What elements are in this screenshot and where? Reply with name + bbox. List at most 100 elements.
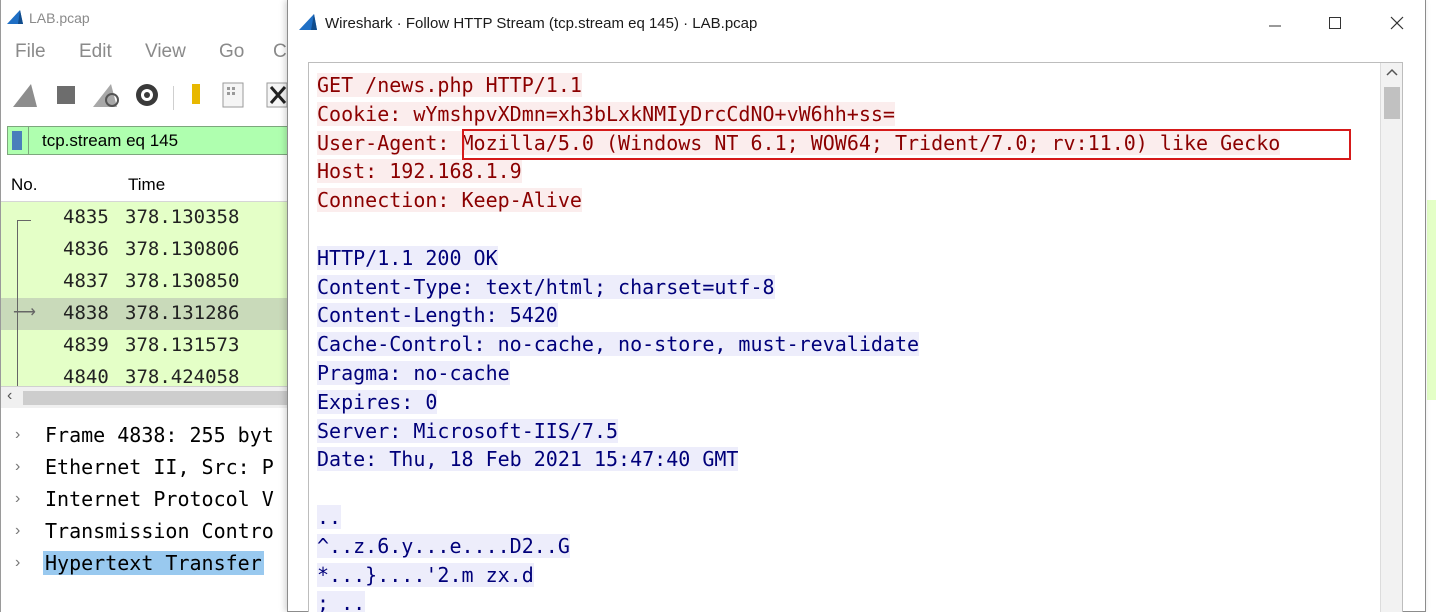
display-filter-input[interactable]: tcp.stream eq 145 xyxy=(42,131,178,151)
bookmark-icon xyxy=(12,131,22,150)
expand-chevron-icon[interactable]: › xyxy=(15,554,20,572)
scroll-up-icon[interactable] xyxy=(1385,66,1399,78)
maximize-button[interactable] xyxy=(1312,0,1358,46)
scrollbar-thumb[interactable] xyxy=(23,391,293,405)
close-icon xyxy=(1390,16,1404,30)
menu-bar: File Edit View Go C xyxy=(1,36,301,68)
packet-no: 4837 xyxy=(63,270,109,292)
selected-packet-arrow-icon: ⟶ xyxy=(13,304,36,321)
minimize-button[interactable] xyxy=(1252,0,1298,46)
packet-time: 378.130806 xyxy=(125,238,240,260)
server-text: .. xyxy=(317,504,342,529)
detail-row-ip[interactable]: › Internet Protocol V xyxy=(1,484,301,516)
close-button[interactable] xyxy=(1374,0,1420,46)
toolbar-separator xyxy=(173,86,174,110)
packet-time: 378.131286 xyxy=(125,302,240,324)
main-toolbar xyxy=(1,72,301,118)
request-cookie: Cookie: wYmshpvXDmn=xh3bLxkNMIyDrcCdNO+v… xyxy=(317,100,1280,129)
menu-edit[interactable]: Edit xyxy=(79,41,112,63)
packet-row[interactable]: 4836 378.130806 xyxy=(1,234,301,266)
packet-no: 4835 xyxy=(63,206,109,228)
response-pragma: Pragma: no-cache xyxy=(317,359,1280,388)
user-agent-value: Mozilla/5.0 (Windows NT 6.1; WOW64; Trid… xyxy=(461,130,1281,155)
detail-row-frame[interactable]: › Frame 4838: 255 byt xyxy=(1,420,301,452)
expand-chevron-icon[interactable]: › xyxy=(15,458,20,476)
expand-chevron-icon[interactable]: › xyxy=(15,522,20,540)
start-capture-icon[interactable] xyxy=(11,81,41,109)
packet-no: 4838 xyxy=(63,302,109,324)
response-content-type: Content-Type: text/html; charset=utf-8 xyxy=(317,273,1280,302)
client-text: Connection: Keep-Alive xyxy=(317,188,582,213)
filter-bookmark-button[interactable] xyxy=(8,127,29,154)
server-text: Pragma: no-cache xyxy=(317,360,510,385)
packet-row[interactable]: 4837 378.130850 xyxy=(1,266,301,298)
stream-text-view[interactable]: GET /news.php HTTP/1.1 Cookie: wYmshpvXD… xyxy=(308,62,1403,612)
request-host: Host: 192.168.1.9 xyxy=(317,157,1280,186)
expand-chevron-icon[interactable]: › xyxy=(15,426,20,444)
server-text: Server: Microsoft-IIS/7.5 xyxy=(317,418,619,443)
packet-time: 378.130358 xyxy=(125,206,240,228)
server-text: Content-Type: text/html; charset=utf-8 xyxy=(317,274,775,299)
save-file-icon[interactable] xyxy=(219,81,247,109)
stop-capture-icon[interactable] xyxy=(53,81,79,107)
packet-row[interactable]: 4835 378.130358 xyxy=(1,202,301,234)
column-no[interactable]: No. xyxy=(11,175,37,195)
response-server: Server: Microsoft-IIS/7.5 xyxy=(317,417,1280,446)
capture-options-icon[interactable] xyxy=(133,81,161,109)
wireshark-fin-icon xyxy=(299,14,317,30)
response-content-length: Content-Length: 5420 xyxy=(317,301,1280,330)
main-window-title: LAB.pcap xyxy=(29,10,90,26)
conversation-bracket-start xyxy=(17,220,31,221)
wireshark-fin-icon xyxy=(7,10,23,24)
request-user-agent: User-Agent: Mozilla/5.0 (Windows NT 6.1;… xyxy=(317,129,1281,158)
display-filter-bar[interactable]: tcp.stream eq 145 xyxy=(7,126,307,155)
response-status: HTTP/1.1 200 OK xyxy=(317,244,1280,273)
packet-row[interactable]: 4840 378.424058 xyxy=(1,362,301,386)
response-date: Date: Thu, 18 Feb 2021 15:47:40 GMT xyxy=(317,445,1280,474)
scroll-left-icon[interactable]: ‹ xyxy=(7,387,12,405)
minimize-icon xyxy=(1269,25,1281,27)
detail-row-http[interactable]: › Hypertext Transfer xyxy=(1,548,301,580)
scrollbar-thumb[interactable] xyxy=(1384,87,1400,119)
column-time[interactable]: Time xyxy=(128,175,165,195)
client-text: User-Agent: xyxy=(317,130,462,155)
detail-row-tcp[interactable]: › Transmission Contro xyxy=(1,516,301,548)
detail-label: Transmission Contro xyxy=(45,519,274,543)
stream-vscrollbar[interactable] xyxy=(1380,63,1402,612)
packet-no: 4840 xyxy=(63,366,109,386)
packet-list-header: No. Time xyxy=(1,166,301,202)
server-text: Content-Length: 5420 xyxy=(317,303,558,328)
dialog-title: Wireshark · Follow HTTP Stream (tcp.stre… xyxy=(325,15,758,32)
server-text: ;_.. xyxy=(317,591,366,612)
body-line: ^..z.6.y...e....D2..G xyxy=(317,532,1280,561)
server-text: *...}....'2.m zx.d xyxy=(317,562,534,587)
request-connection: Connection: Keep-Alive xyxy=(317,186,1280,215)
client-text: Cookie: wYmshpvXDmn=xh3bLxkNMIyDrcCdNO+v… xyxy=(317,101,895,126)
packet-no: 4839 xyxy=(63,334,109,356)
server-text: ^..z.6.y...e....D2..G xyxy=(317,533,570,558)
menu-capture[interactable]: C xyxy=(273,41,287,63)
menu-file[interactable]: File xyxy=(15,41,46,63)
packet-list-right-edge xyxy=(1427,200,1436,400)
follow-stream-dialog: Wireshark · Follow HTTP Stream (tcp.stre… xyxy=(287,0,1426,612)
packet-row-selected[interactable]: 4838 378.131286 xyxy=(1,298,301,330)
detail-label: Ethernet II, Src: P xyxy=(45,455,274,479)
packet-row[interactable]: 4839 378.131573 xyxy=(1,330,301,362)
detail-row-ethernet[interactable]: › Ethernet II, Src: P xyxy=(1,452,301,484)
packet-list-hscrollbar[interactable]: ‹ xyxy=(1,386,301,408)
dialog-title-bar[interactable]: Wireshark · Follow HTTP Stream (tcp.stre… xyxy=(288,0,1425,46)
detail-label: Hypertext Transfer xyxy=(43,551,264,575)
menu-view[interactable]: View xyxy=(145,41,186,63)
server-text: Expires: 0 xyxy=(317,389,438,414)
body-line: *...}....'2.m zx.d xyxy=(317,561,1280,590)
stream-content: GET /news.php HTTP/1.1 Cookie: wYmshpvXD… xyxy=(317,71,1281,612)
packet-time: 378.130850 xyxy=(125,270,240,292)
menu-go[interactable]: Go xyxy=(219,41,244,63)
maximize-icon xyxy=(1329,17,1341,29)
open-file-icon[interactable] xyxy=(186,81,210,109)
response-cache-control: Cache-Control: no-cache, no-store, must-… xyxy=(317,330,1280,359)
expand-chevron-icon[interactable]: › xyxy=(15,490,20,508)
client-text: GET /news.php HTTP/1.1 xyxy=(317,73,582,97)
restart-capture-icon[interactable] xyxy=(91,81,121,109)
